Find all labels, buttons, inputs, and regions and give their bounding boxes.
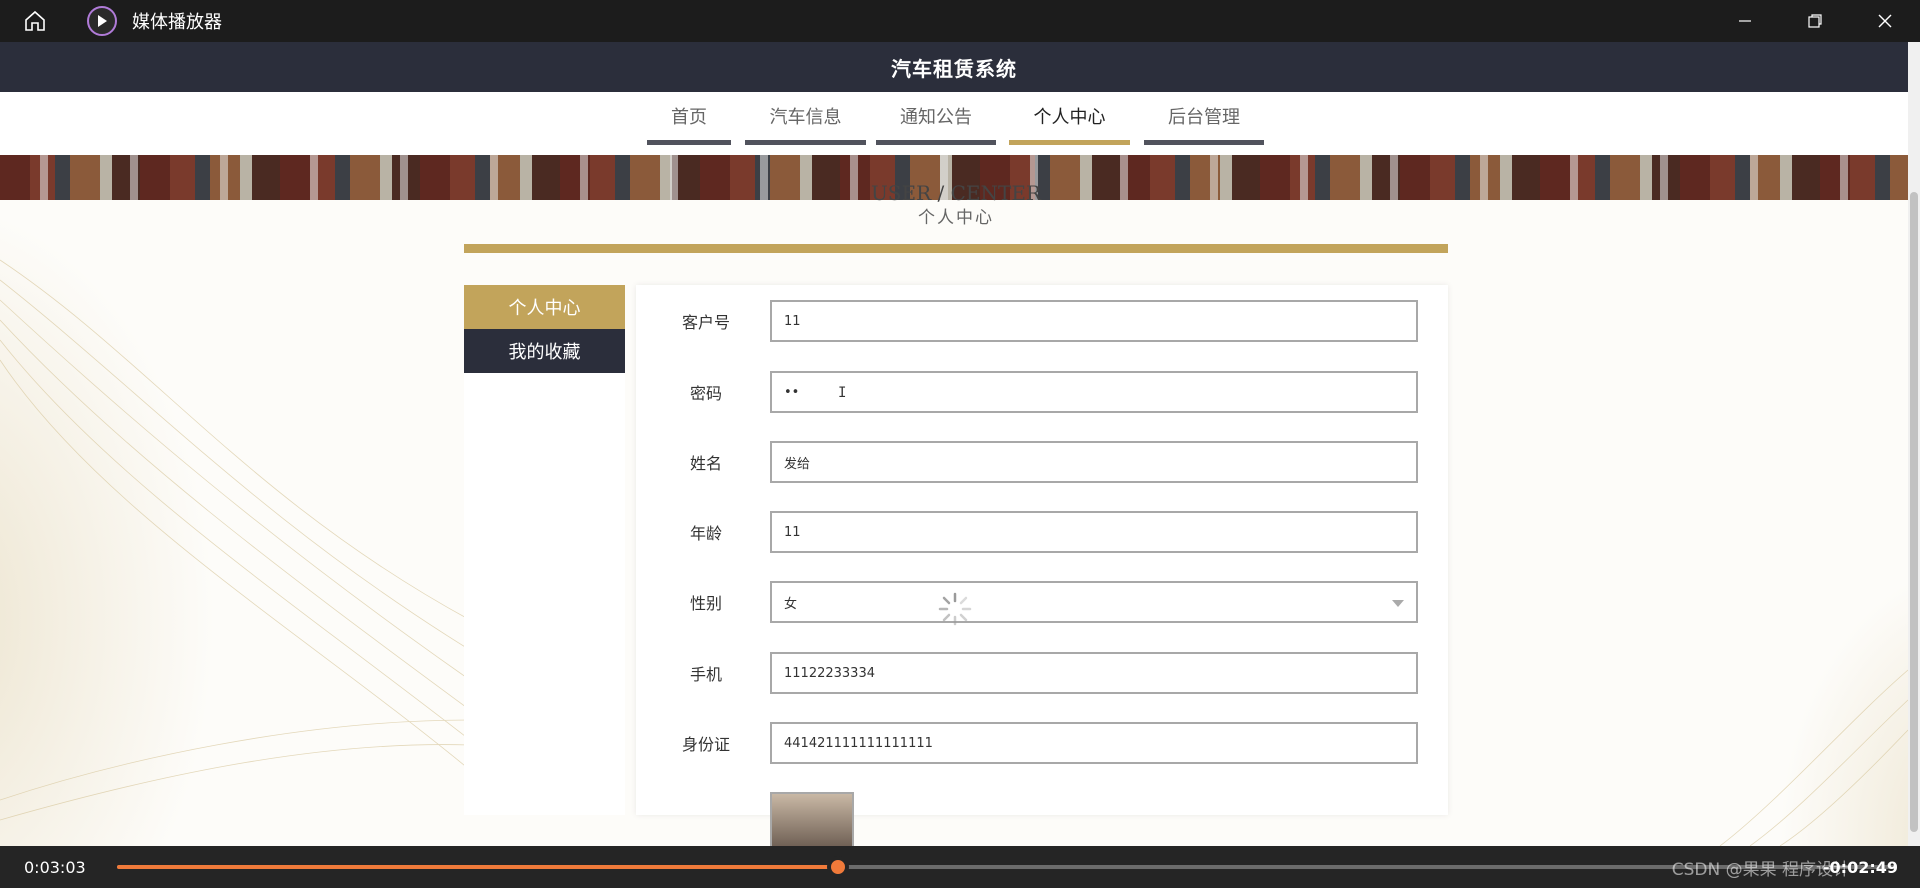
close-button[interactable] [1850, 0, 1920, 42]
window-controls [1710, 0, 1920, 42]
media-controls: 0:03:03 CSDN @果果 程序设计 -0:02:49 [0, 846, 1920, 888]
text-cursor-icon: I [838, 385, 847, 401]
side-menu-favorites[interactable]: 我的收藏 [464, 329, 625, 373]
restore-icon [1808, 14, 1822, 28]
form-row-customer-no: 客户号 11 [636, 300, 1448, 342]
time-remaining: -0:02:49 [1822, 857, 1898, 877]
app-logo [87, 6, 117, 36]
password-label: 密码 [689, 384, 722, 403]
page-scrollbar[interactable] [1908, 42, 1920, 846]
restore-button[interactable] [1780, 0, 1850, 42]
section-title-cn: 个人中心 [918, 208, 994, 228]
password-input[interactable]: •• I [770, 371, 1418, 413]
avatar-image[interactable] [770, 792, 854, 846]
id-card-label: 身份证 [681, 735, 730, 754]
minimize-button[interactable] [1710, 0, 1780, 42]
side-menu: 个人中心 我的收藏 [464, 285, 625, 815]
home-icon [25, 10, 45, 31]
nav-item-admin[interactable]: 后台管理 [1144, 92, 1264, 145]
age-input[interactable]: 11 [770, 511, 1418, 553]
age-label: 年龄 [689, 524, 722, 543]
gender-select[interactable]: 女 [770, 581, 1418, 623]
side-menu-user-center[interactable]: 个人中心 [464, 285, 625, 329]
nav-item-user-center[interactable]: 个人中心 [1009, 92, 1130, 145]
seek-bar[interactable] [117, 856, 1897, 878]
gender-value: 女 [784, 596, 798, 612]
play-icon [98, 15, 107, 27]
id-card-input[interactable]: 441421111111111111 [770, 722, 1418, 764]
chevron-down-icon [1392, 600, 1404, 607]
window-titlebar: 媒体播放器 [0, 0, 1920, 42]
phone-label: 手机 [689, 665, 722, 684]
customer-no-input[interactable]: 11 [770, 300, 1418, 342]
customer-no-label: 客户号 [681, 313, 730, 332]
app-title: 媒体播放器 [132, 12, 222, 33]
profile-form: 客户号 11 密码 •• I 姓名 发给 年龄 11 性别 女 手机 11122… [636, 285, 1448, 846]
time-elapsed: 0:03:03 [24, 857, 86, 877]
home-button[interactable] [0, 0, 70, 42]
phone-input[interactable]: 11122233334 [770, 652, 1418, 694]
name-label: 姓名 [689, 454, 722, 473]
form-row-phone: 手机 11122233334 [636, 652, 1448, 694]
main-nav: 首页 汽车信息 通知公告 个人中心 后台管理 [0, 92, 1908, 155]
scrollbar-thumb[interactable] [1910, 192, 1918, 832]
seek-bar-handle[interactable] [826, 856, 849, 878]
password-value: •• [784, 384, 800, 400]
nav-item-car-info[interactable]: 汽车信息 [745, 92, 866, 145]
web-page: 汽车租赁系统 首页 汽车信息 通知公告 个人中心 后台管理 USER / CEN… [0, 42, 1908, 846]
seek-bar-fill [117, 865, 838, 869]
name-input[interactable]: 发给 [770, 441, 1418, 483]
form-row-name: 姓名 发给 [636, 441, 1448, 483]
site-title: 汽车租赁系统 [0, 42, 1908, 92]
nav-item-home[interactable]: 首页 [647, 92, 731, 145]
gender-label: 性别 [689, 594, 722, 613]
form-row-gender: 性别 女 [636, 581, 1448, 623]
spinner-icon [938, 592, 972, 626]
form-row-id-card: 身份证 441421111111111111 [636, 722, 1448, 764]
form-row-age: 年龄 11 [636, 511, 1448, 553]
section-divider [464, 244, 1448, 253]
section-title: USER / CENTER 个人中心 [464, 180, 1448, 230]
form-row-password: 密码 •• I [636, 371, 1448, 413]
nav-item-notices[interactable]: 通知公告 [876, 92, 996, 145]
section-title-en: USER / CENTER [870, 181, 1042, 205]
minimize-icon [1739, 20, 1751, 22]
close-icon [1878, 14, 1892, 28]
